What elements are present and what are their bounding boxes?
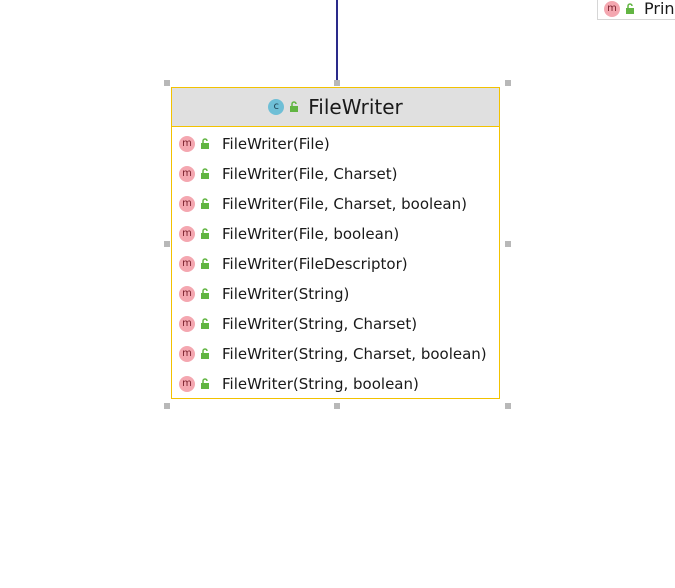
selection-handle-middle-right[interactable] [505, 241, 511, 247]
member-label: FileWriter(File, boolean) [222, 225, 400, 243]
class-icon: c [268, 99, 285, 115]
method-icon: m [179, 376, 195, 392]
unlocked-icon [201, 288, 209, 299]
member-label: FileWriter(String, Charset, boolean) [222, 345, 487, 363]
member-row[interactable]: m FileWriter(String, boolean) [172, 369, 499, 399]
method-icon: m [179, 196, 195, 212]
partial-member-label: Prin [644, 0, 675, 18]
selection-handle-bottom-left[interactable] [164, 403, 170, 409]
selection-handle-bottom-right[interactable] [505, 403, 511, 409]
member-label: FileWriter(String, boolean) [222, 375, 419, 393]
member-label: FileWriter(FileDescriptor) [222, 255, 408, 273]
method-icon: m [179, 346, 195, 362]
method-icon: m [179, 166, 195, 182]
class-node-filewriter[interactable]: c FileWriter m FileWriter(File) m FileWrite… [171, 87, 500, 399]
unlocked-icon [201, 198, 209, 209]
unlocked-icon [201, 228, 209, 239]
selection-handle-top-right[interactable] [505, 80, 511, 86]
method-icon: m [179, 286, 195, 302]
member-row[interactable]: m FileWriter(File, Charset, boolean) [172, 189, 499, 219]
member-row[interactable]: m FileWriter(String, Charset) [172, 309, 499, 339]
selection-handle-top-center[interactable] [334, 80, 340, 86]
member-label: FileWriter(File) [222, 135, 330, 153]
method-icon: m [179, 316, 195, 332]
unlocked-icon [201, 138, 209, 149]
unlocked-icon [201, 348, 209, 359]
inheritance-connector-line [336, 0, 338, 84]
unlocked-icon [201, 318, 209, 329]
member-row[interactable]: m FileWriter(String, Charset, boolean) [172, 339, 499, 369]
member-row[interactable]: m FileWriter(File, boolean) [172, 219, 499, 249]
method-icon: m [179, 136, 195, 152]
class-name: FileWriter [308, 95, 403, 119]
selection-handle-top-left[interactable] [164, 80, 170, 86]
member-label: FileWriter(File, Charset, boolean) [222, 195, 467, 213]
method-icon: m [179, 256, 195, 272]
member-row[interactable]: m FileWriter(File, Charset) [172, 159, 499, 189]
unlocked-icon [290, 101, 299, 112]
method-icon: m [604, 0, 620, 17]
unlocked-icon [201, 378, 209, 389]
class-header[interactable]: c FileWriter [172, 88, 499, 127]
unlocked-icon [201, 258, 209, 269]
member-label: FileWriter(File, Charset) [222, 165, 398, 183]
member-label: FileWriter(String, Charset) [222, 315, 418, 333]
member-row[interactable]: m FileWriter(File) [172, 129, 499, 159]
member-row[interactable]: m FileWriter(FileDescriptor) [172, 249, 499, 279]
method-icon: m [179, 226, 195, 242]
diagram-canvas: m Prin c FileWriter m FileWriter(File) m Fi… [0, 0, 675, 588]
member-row[interactable]: m FileWriter(String) [172, 279, 499, 309]
unlocked-icon [626, 2, 634, 14]
member-label: FileWriter(String) [222, 285, 350, 303]
member-list: m FileWriter(File) m FileWriter(File, Chars… [172, 127, 499, 399]
unlocked-icon [201, 168, 209, 179]
partial-class-node[interactable]: m Prin [597, 0, 675, 20]
selection-handle-middle-left[interactable] [164, 241, 170, 247]
selection-handle-bottom-center[interactable] [334, 403, 340, 409]
